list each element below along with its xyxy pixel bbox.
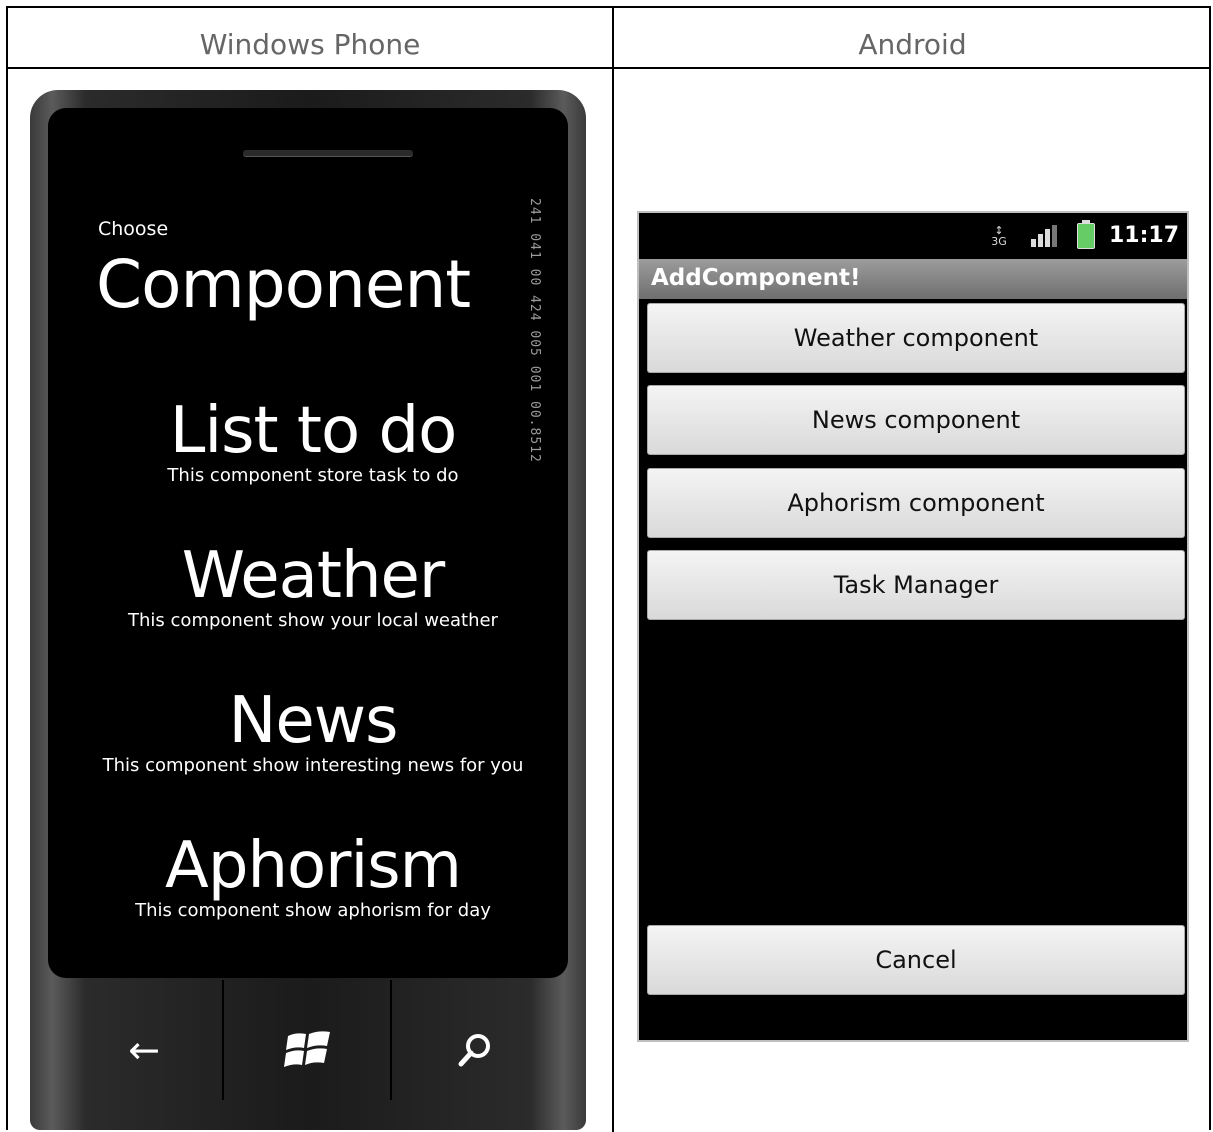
wp-item-title: Weather [181,539,445,613]
status-bar: ↕ 3G 11:17 [639,213,1187,259]
windows-phone-device: Choose Component List to do This compone… [30,90,586,1130]
status-clock: 11:17 [1108,223,1179,248]
wp-item-desc: This component show aphorism for day [135,900,491,921]
battery-icon [1077,220,1095,249]
wp-item-news[interactable]: News This component show interesting new… [78,686,542,776]
speaker-grille [243,150,413,157]
windows-logo-icon[interactable] [268,1020,348,1080]
aphorism-component-button[interactable]: Aphorism component [647,468,1185,538]
weather-component-button[interactable]: Weather component [647,303,1185,373]
wp-item-title: Aphorism [165,829,462,903]
wp-screen: Choose Component List to do This compone… [78,168,542,944]
frame-rate-counter: 241 041 00 424 005 001 00.8512 [527,198,542,463]
wp-item-aphorism[interactable]: Aphorism This component show aphorism fo… [78,831,542,921]
cancel-button[interactable]: Cancel [647,925,1185,995]
net-type-label: 3G [991,235,1007,248]
wp-page-subtitle: Choose [98,218,169,240]
search-icon[interactable] [435,1020,515,1080]
task-manager-button[interactable]: Task Manager [647,550,1185,620]
wp-item-desc: This component store task to do [167,465,459,486]
back-arrow-icon[interactable]: ← [104,1020,184,1080]
network-3g-icon: ↕ 3G [991,224,1007,248]
wp-item-desc: This component show interesting news for… [102,755,524,776]
button-separator [222,980,224,1100]
wp-item-desc: This component show your local weather [128,610,498,631]
wp-item-title: List to do [169,394,458,468]
signal-strength-icon [1031,225,1057,247]
wp-item-weather[interactable]: Weather This component show your local w… [78,541,542,631]
app-title-bar: AddComponent! [639,259,1187,299]
header-windows-phone: Windows Phone [199,28,421,61]
wp-hardware-buttons: ← [30,980,586,1130]
android-device: ↕ 3G 11:17 AddComponent! Weather componen… [637,211,1189,1042]
wp-page-title: Component [96,246,471,323]
news-component-button[interactable]: News component [647,385,1185,455]
button-separator [390,980,392,1100]
wp-item-list-to-do[interactable]: List to do This component store task to … [78,396,542,486]
wp-item-title: News [228,684,399,758]
column-divider [612,8,614,1132]
header-android: Android [858,28,967,61]
